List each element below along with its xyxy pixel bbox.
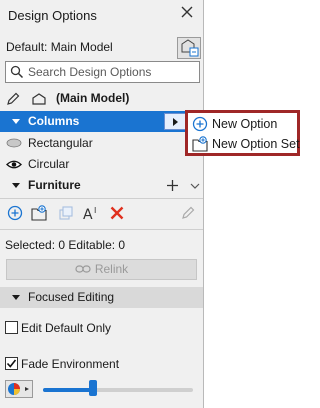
rename-icon[interactable]: A I [83,205,103,221]
divider [0,229,203,230]
search-icon [10,65,24,79]
option-set-row-furniture[interactable]: Furniture [0,175,203,196]
option-set-menu-button[interactable] [164,113,186,130]
main-model-label: (Main Model) [56,91,130,105]
option-row-circular[interactable]: Circular [0,154,203,175]
eye-open-icon[interactable] [6,159,22,170]
scroll-down-icon[interactable] [190,182,200,190]
collapse-triangle-icon[interactable] [12,183,20,188]
main-model-row[interactable]: (Main Model) [0,88,203,109]
menu-item-label: New Option [212,117,278,131]
option-label: Circular [28,157,70,171]
eye-closed-icon[interactable] [6,138,22,148]
edit-pencil-icon[interactable] [180,205,196,221]
option-row-rectangular[interactable]: Rectangular [0,133,203,154]
collapse-triangle-icon[interactable] [12,119,20,124]
color-wheel-icon [8,383,29,395]
close-icon[interactable] [180,5,194,19]
design-options-panel: Design Options Default: Main Model Searc… [0,0,204,408]
checkbox-label: Fade Environment [21,357,120,371]
fade-slider-fill [43,388,93,392]
fade-color-button[interactable] [5,380,33,398]
new-option-set-icon [192,136,208,152]
checkmark-icon [6,359,17,368]
model-icon [181,39,199,57]
checkbox-label: Edit Default Only [21,321,112,335]
divider [0,198,203,199]
link-icon [75,265,91,273]
duplicate-icon[interactable] [58,205,74,221]
svg-text:A: A [83,207,93,221]
menu-item-label: New Option Set [212,137,300,151]
pencil-icon [7,92,20,105]
focused-editing-header[interactable]: Focused Editing [0,287,203,308]
new-option-icon[interactable] [7,205,23,221]
relink-label: Relink [94,262,129,276]
collapse-triangle-icon[interactable] [12,295,20,300]
edit-default-only-checkbox[interactable] [5,321,18,334]
model-browser-button[interactable] [177,37,201,59]
svg-text:I: I [94,206,96,215]
new-option-set-icon[interactable] [31,205,47,221]
option-set-label: Furniture [28,178,81,192]
section-title: Focused Editing [28,290,115,304]
option-set-label: Columns [28,114,80,128]
fade-environment-checkbox[interactable] [5,357,18,370]
plus-icon[interactable] [166,179,179,192]
new-option-icon [192,116,208,132]
option-set-row-columns[interactable]: Columns [0,111,203,132]
panel-title: Design Options [8,8,97,23]
delete-icon[interactable] [109,205,125,221]
option-label: Rectangular [28,136,93,150]
selection-status: Selected: 0 Editable: 0 [5,238,126,252]
model-icon [32,93,46,105]
option-set-context-menu: New Option New Option Set [185,110,300,156]
fade-slider-thumb[interactable] [88,380,97,396]
toolbar: A I [0,201,203,225]
search-box[interactable]: Search Design Options [5,61,200,83]
search-input[interactable]: Search Design Options [28,65,151,79]
default-model-label: Default: Main Model [6,40,113,54]
relink-button[interactable]: Relink [6,259,197,280]
